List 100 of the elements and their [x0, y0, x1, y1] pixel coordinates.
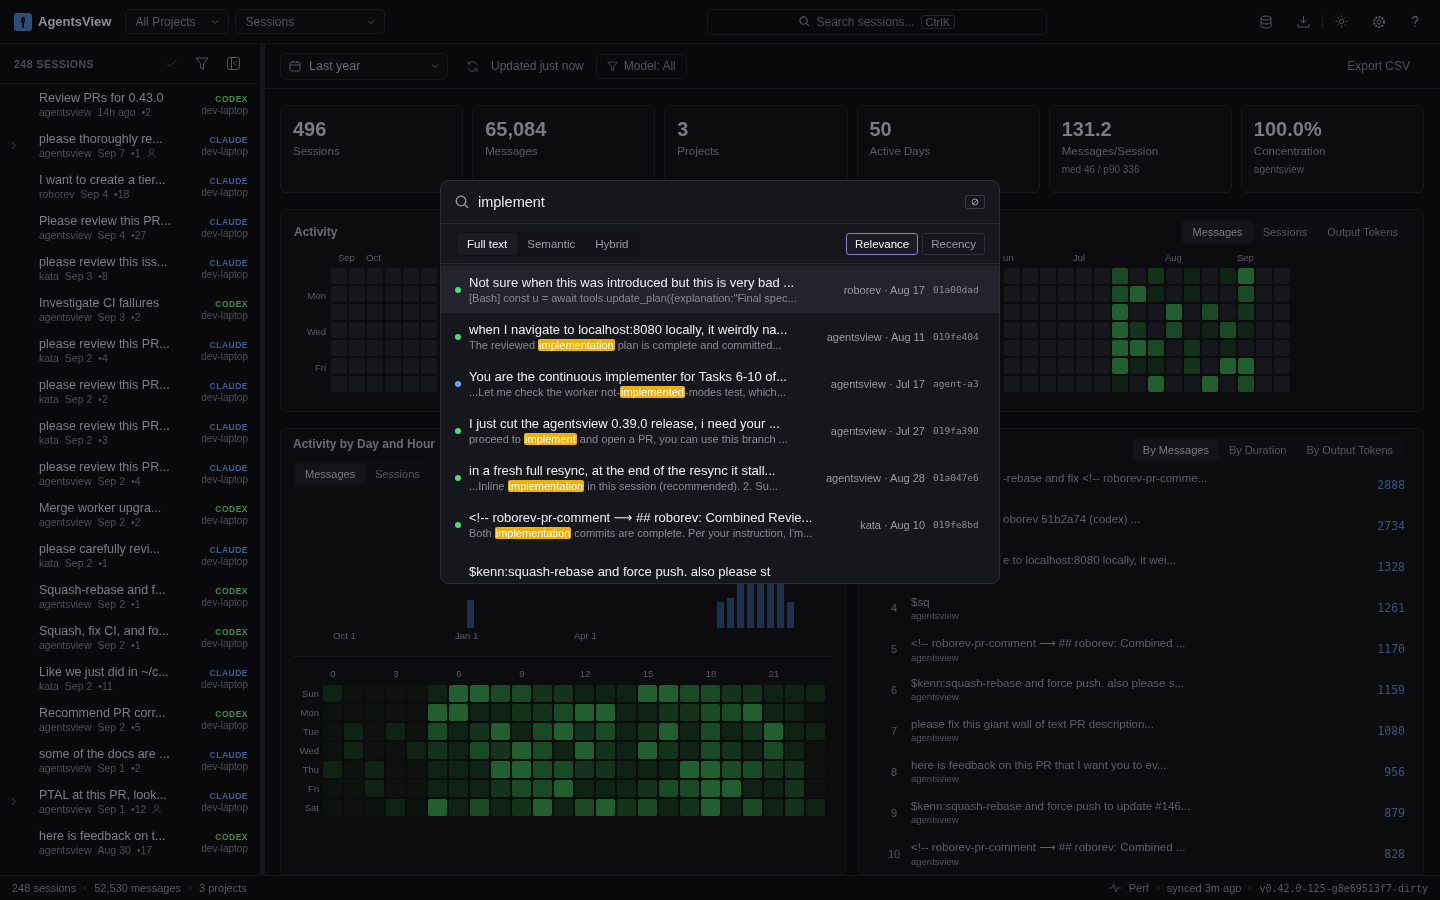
rank-number: 5: [890, 643, 898, 656]
session-title: Please review this PR...: [39, 214, 172, 228]
machine-name: dev-laptop: [201, 678, 248, 690]
search-result[interactable]: in a fresh full resync, at the end of the resync it stall... ...Inline implementation in this session (recommended). 2. Su... agentsview · Aug 28 01a047e6: [441, 454, 999, 501]
session-date: Sep 2: [97, 516, 125, 528]
month-label: Sep: [338, 252, 355, 263]
agent-tag: CLAUDE: [209, 667, 248, 678]
top-session-row[interactable]: 5 <!-- roborev-pr-comment ⟶ ## roborev: Combined ... agentsview 1170: [877, 628, 1405, 670]
agent-tag: CLAUDE: [209, 749, 248, 760]
sidebar-toggle-icon[interactable]: [227, 57, 240, 70]
session-item[interactable]: some of the docs are ... agentsview Sep 1 •2 CLAUDE dev-laptop: [0, 740, 260, 781]
session-project: agentsview: [39, 516, 92, 528]
session-item[interactable]: Please review this PR... agentsview Sep 4 •27 CLAUDE dev-laptop: [0, 207, 260, 248]
sort-tab[interactable]: By Messages: [1132, 439, 1219, 461]
refresh-icon[interactable]: [466, 59, 479, 73]
search-result[interactable]: when I navigate to localhost:8080 locally, it weirdly na... The reviewed implementation plan is complete and committed... agentsview · Aug 11 019fe404: [441, 313, 999, 360]
message-count: •18: [114, 188, 130, 200]
session-title: please carefully revi...: [39, 542, 161, 556]
session-item[interactable]: Investigate CI failures agentsview Sep 3 •2 CODEX dev-laptop: [0, 289, 260, 330]
metric-tab[interactable]: Sessions: [365, 463, 430, 485]
search-result[interactable]: <!-- roborev-pr-comment ⟶ ## roborev: Combined Revie... Both implementation commits are complete. Per your instruction, I'm... kata · Aug 10 019fe8bd: [441, 501, 999, 548]
help-icon[interactable]: [1410, 15, 1420, 28]
session-item[interactable]: please thoroughly re... agentsview Sep 7 •1 CLAUDE dev-laptop: [0, 125, 260, 166]
weekday-label: Wed: [299, 745, 319, 756]
session-item[interactable]: please review this PR... kata Sep 2 •4 CLAUDE dev-laptop: [0, 330, 260, 371]
result-title: Not sure when this was introduced but this is very bad ...: [469, 275, 796, 290]
session-title: Investigate CI failures: [39, 296, 161, 310]
search-field[interactable]: Search sessions... CtrlK: [707, 8, 1048, 35]
top-session-row[interactable]: 7 please fix this giant wall of text PR description... agentsview 1080: [877, 710, 1405, 752]
agent-tag: CLAUDE: [209, 544, 248, 555]
stat-label: Sessions: [293, 145, 341, 157]
model-filter-button[interactable]: Model: All: [595, 53, 687, 79]
top-session-row[interactable]: 6 $kenn:squash-rebase and force push. also please s... agentsview 1159: [877, 669, 1405, 711]
clear-icon[interactable]: [965, 195, 985, 209]
message-count: •11: [98, 680, 113, 692]
session-project: agentsview: [39, 106, 92, 118]
top-session-row[interactable]: 4 $sq agentsview 1261: [877, 587, 1405, 629]
sort-tab[interactable]: By Duration: [1218, 439, 1297, 461]
chevron-icon[interactable]: [11, 797, 17, 806]
agent-tag: CODEX: [215, 708, 248, 719]
caret-icon: [431, 62, 439, 70]
machine-name: dev-laptop: [201, 268, 248, 280]
session-item[interactable]: please carefully revi... kata Sep 2 •1 CLAUDE dev-laptop: [0, 535, 260, 576]
search-result[interactable]: Not sure when this was introduced but this is very bad ... [Bash] const u = await tools.update_plan({explanation:"Final spec... roborev · Aug 17 01a00dad: [441, 266, 999, 313]
session-count: 248 SESSIONS: [14, 57, 96, 70]
result-snippet: [Bash] const u = await tools.update_plan({explanation:"Final spec...: [469, 292, 798, 304]
session-item[interactable]: PTAL at this PR, look... agentsview Sep 1 •12 CLAUDE dev-laptop: [0, 781, 260, 822]
session-item[interactable]: please review this PR... agentsview Sep 2 •4 CLAUDE dev-laptop: [0, 453, 260, 494]
metric-tab[interactable]: Messages: [295, 463, 366, 485]
search-mode-tab[interactable]: Semantic: [517, 232, 586, 255]
session-item[interactable]: Merge worker upgra... agentsview Sep 2 •2 CODEX dev-laptop: [0, 494, 260, 535]
bar: [787, 602, 794, 628]
perf-link[interactable]: Perf: [1128, 882, 1149, 894]
search-result[interactable]: I just cut the agentsview 0.39.0 release, i need your ... proceed to implement and open a PR, you can use this branch ... agentsview · Jul 27 019fa390: [441, 407, 999, 454]
session-item[interactable]: Recommend PR corr... agentsview Sep 2 •5 CODEX dev-laptop: [0, 699, 260, 740]
download-icon[interactable]: [1297, 15, 1310, 28]
rank-number: 6: [890, 684, 898, 696]
result-snippet: The reviewed implementation plan is complete and committed...: [469, 339, 783, 351]
check-icon[interactable]: [166, 59, 177, 68]
session-item[interactable]: Review PRs for 0.43.0 agentsview 14h ago •2 CODEX dev-laptop: [0, 84, 260, 125]
message-total: 1328: [1377, 560, 1405, 575]
search-result[interactable]: $kenn:squash-rebase and force push. also please st: [441, 548, 999, 583]
metric-tab[interactable]: Sessions: [1252, 221, 1318, 243]
message-count: •3: [98, 434, 108, 446]
filter-icon[interactable]: [195, 57, 209, 70]
chevron-icon[interactable]: [11, 141, 17, 150]
sort-button[interactable]: Relevance: [845, 232, 919, 255]
view-dropdown[interactable]: Sessions: [235, 9, 386, 34]
machine-name: dev-laptop: [201, 842, 248, 854]
message-total: 1170: [1377, 642, 1405, 657]
project-dropdown[interactable]: All Projects: [125, 9, 230, 34]
sort-tab[interactable]: By Output Tokens: [1296, 439, 1403, 461]
session-item[interactable]: please review this PR... kata Sep 2 •3 CLAUDE dev-laptop: [0, 412, 260, 453]
session-title: $kenn:squash-rebase and force push. also please s...: [911, 677, 1185, 690]
session-item[interactable]: here is feedback on t... agentsview Aug 30 •17 CODEX dev-laptop: [0, 822, 260, 863]
search-input[interactable]: implement: [478, 194, 956, 210]
metric-tab[interactable]: Output Tokens: [1317, 221, 1408, 243]
metric-tab[interactable]: Messages: [1182, 221, 1253, 243]
top-session-row[interactable]: 10 <!-- roborev-pr-comment ⟶ ## roborev: Combined ... agentsview 828: [877, 833, 1405, 875]
top-session-row[interactable]: 8 here is feedback on this PR that I want you to ev... agentsview 956: [877, 751, 1405, 793]
rank-number: 8: [890, 765, 898, 778]
top-session-row[interactable]: 9 $kenn:squash-rebase and force push to update #146... agentsview 879: [877, 792, 1405, 834]
session-item[interactable]: please review this PR... kata Sep 2 •2 CLAUDE dev-laptop: [0, 371, 260, 412]
session-date: Sep 2: [64, 557, 93, 569]
session-item[interactable]: Like we just did in ~/c... kata Sep 2 •11 CLAUDE dev-laptop: [0, 658, 260, 699]
search-mode-tab[interactable]: Hybrid: [585, 232, 639, 255]
date-range-dropdown[interactable]: Last year: [280, 52, 448, 80]
session-item[interactable]: Squash-rebase and f... agentsview Sep 2 •1 CODEX dev-laptop: [0, 576, 260, 617]
stat-label: Messages: [485, 145, 539, 157]
settings-icon[interactable]: [1372, 14, 1386, 29]
search-mode-tab[interactable]: Full text: [457, 232, 518, 255]
message-total: 1159: [1377, 683, 1405, 697]
session-item[interactable]: please review this iss... kata Sep 3 •8 CLAUDE dev-laptop: [0, 248, 260, 289]
sun-icon[interactable]: [1335, 15, 1348, 28]
session-project: agentsview: [911, 609, 960, 621]
sort-button[interactable]: Recency: [922, 232, 985, 255]
database-icon[interactable]: [1259, 14, 1273, 29]
session-item[interactable]: Squash, fix CI, and fo... agentsview Sep 2 •1 CODEX dev-laptop: [0, 617, 260, 658]
search-result[interactable]: You are the continuous implementer for Tasks 6-10 of... ...Let me check the worker not-implemented-modes test, which... agentsview · Jul 17 agent-a3: [441, 360, 999, 407]
session-item[interactable]: I want to create a tier... roborev Sep 4 •18 CLAUDE dev-laptop: [0, 166, 260, 207]
